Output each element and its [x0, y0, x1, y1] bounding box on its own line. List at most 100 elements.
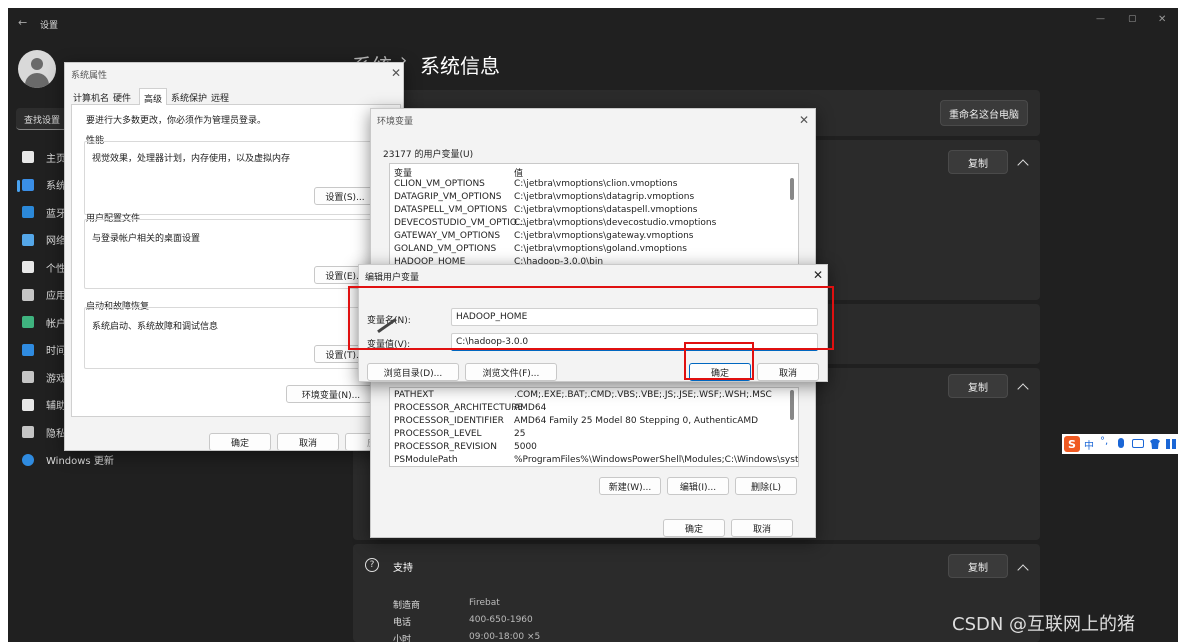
variable-value-cell: C:\jetbra\vmoptions\gateway.vmoptions	[514, 231, 694, 241]
performance-settings-button[interactable]: 设置(S)...	[314, 187, 376, 205]
variable-name-cell: PSModulePath	[394, 455, 458, 465]
ime-toolbar[interactable]: S 中 °,	[1062, 434, 1178, 454]
sidebar-item[interactable]: 隐私	[22, 421, 66, 443]
system-properties-dialog: 系统属性 ✕ 计算机名 硬件 高级 系统保护 远程 要进行大多数更改，你必须作为…	[64, 62, 407, 451]
maximize-icon[interactable]: ▢	[1128, 14, 1137, 24]
cancel-button[interactable]: 取消	[757, 363, 819, 381]
support-key: 制造商	[393, 601, 421, 611]
accessibility-icon	[22, 398, 34, 411]
sidebar-item-label: 系统	[46, 181, 66, 192]
close-icon[interactable]: ✕	[813, 268, 823, 282]
tab-computer-name[interactable]: 计算机名	[73, 91, 109, 104]
variable-value-cell: C:\jetbra\vmoptions\dataspell.vmoptions	[514, 205, 698, 215]
sidebar-item-label: 时间	[46, 346, 66, 357]
tab-system-protection[interactable]: 系统保护	[171, 91, 207, 104]
sidebar-item-label: 游戏	[46, 373, 66, 385]
sidebar-item[interactable]: 帐户	[22, 311, 66, 333]
new-variable-button[interactable]: 新建(W)...	[599, 477, 661, 495]
sidebar-item-label: 隐私	[46, 428, 66, 440]
back-arrow-icon[interactable]: ←	[18, 16, 27, 29]
variable-name-cell: DATAGRIP_VM_OPTIONS	[394, 192, 502, 202]
shield-icon	[22, 426, 34, 438]
variable-name-cell: PROCESSOR_REVISION	[394, 442, 497, 452]
tab-remote[interactable]: 远程	[211, 91, 229, 104]
app-title: 设置	[40, 21, 59, 31]
page-title: 系统信息	[420, 54, 500, 78]
game-icon	[22, 371, 34, 383]
keyboard-icon[interactable]	[1132, 439, 1144, 448]
user-profiles-desc: 与登录帐户相关的桌面设置	[92, 234, 201, 244]
support-title: 支持	[393, 563, 413, 574]
variable-value-cell: 25	[514, 429, 526, 439]
sidebar-item[interactable]: 系统	[22, 174, 66, 196]
collapse-chevron-icon[interactable]	[1017, 564, 1029, 576]
help-icon: ?	[365, 558, 379, 572]
monitor-icon	[22, 178, 34, 191]
close-icon[interactable]: ✕	[1158, 14, 1166, 25]
variable-name-cell: PROCESSOR_LEVEL	[394, 429, 482, 439]
close-icon[interactable]: ✕	[391, 66, 401, 80]
performance-desc: 视觉效果，处理器计划，内存使用，以及虚拟内存	[92, 154, 291, 164]
admin-note: 要进行大多数更改，你必须作为管理员登录。	[86, 116, 267, 126]
scrollbar[interactable]	[790, 390, 794, 420]
avatar[interactable]	[18, 50, 56, 88]
variable-name-cell: GATEWAY_VM_OPTIONS	[394, 231, 501, 241]
copy-button-support[interactable]: 复制	[948, 554, 1008, 578]
column-header-variable: 变量	[394, 169, 413, 179]
support-key: 电话	[393, 618, 412, 628]
sidebar-item-label: 主页	[46, 153, 66, 165]
tab-bar: 计算机名 硬件 高级 系统保护 远程	[71, 88, 401, 105]
sidebar-item[interactable]: 辅助	[22, 394, 66, 416]
support-card: ? 支持 复制 制造商 Firebat 电话 400-650-1960 小时 0…	[353, 544, 1040, 642]
toolbox-icon[interactable]	[1166, 439, 1176, 449]
ime-mode-label[interactable]: 中	[1084, 437, 1094, 452]
cancel-button[interactable]: 取消	[277, 433, 339, 451]
punctuation-icon[interactable]: °,	[1100, 436, 1108, 447]
dialog-title: 系统属性	[71, 71, 108, 81]
minimize-icon[interactable]: —	[1096, 14, 1105, 24]
support-key: 小时	[393, 635, 412, 642]
environment-variables-button[interactable]: 环境变量(N)...	[286, 385, 376, 403]
delete-variable-button[interactable]: 删除(L)	[735, 477, 797, 495]
scrollbar[interactable]	[790, 178, 794, 200]
bluetooth-icon	[22, 206, 34, 218]
sidebar-item[interactable]: Windows 更新	[22, 449, 114, 471]
browse-file-button[interactable]: 浏览文件(F)...	[465, 363, 557, 381]
dialog-title: 环境变量	[377, 117, 414, 127]
sidebar-item[interactable]: 应用	[22, 284, 66, 306]
ok-button[interactable]: 确定	[209, 433, 271, 451]
tab-advanced[interactable]: 高级	[139, 88, 168, 105]
support-value: 400-650-1960	[469, 615, 533, 625]
watermark: CSDN @互联网上的猪	[952, 614, 1136, 635]
browse-directory-button[interactable]: 浏览目录(D)...	[367, 363, 459, 381]
search-input[interactable]: 查找设置	[24, 113, 60, 126]
sidebar-item-label: Windows 更新	[46, 456, 114, 467]
highlight-box-ok	[684, 342, 754, 380]
variable-value-cell: C:\jetbra\vmoptions\datagrip.vmoptions	[514, 192, 695, 202]
clock-icon	[22, 343, 34, 356]
sidebar-item[interactable]: 时间	[22, 339, 66, 361]
sidebar-item[interactable]: 个性	[22, 256, 66, 278]
skin-icon[interactable]	[1150, 439, 1160, 449]
sidebar-item[interactable]: 游戏	[22, 366, 66, 388]
startup-recovery-desc: 系统启动、系统故障和调试信息	[92, 322, 219, 332]
close-icon[interactable]: ✕	[799, 113, 809, 127]
tab-hardware[interactable]: 硬件	[113, 91, 131, 104]
rename-pc-button[interactable]: 重命名这台电脑	[940, 100, 1028, 126]
sidebar-item[interactable]: 主页	[22, 146, 66, 168]
sidebar-item[interactable]: 网络	[22, 229, 66, 251]
cancel-button[interactable]: 取消	[731, 519, 793, 537]
copy-button-windows[interactable]: 复制	[948, 374, 1008, 398]
titlebar: ← 设置 — ▢ ✕	[8, 8, 1178, 38]
copy-button-device[interactable]: 复制	[948, 150, 1008, 174]
dialog-title: 编辑用户变量	[365, 273, 420, 283]
variable-value-cell: %ProgramFiles%\WindowsPowerShell\Modules…	[514, 455, 799, 465]
sidebar-item[interactable]: 蓝牙	[22, 201, 66, 223]
system-variables-table: PATHEXT .COM;.EXE;.BAT;.CMD;.VBS;.VBE;.JS…	[389, 387, 799, 467]
settings-window: ← 设置 — ▢ ✕ 查找设置 主页系统蓝牙网络个性应用帐户时间游戏辅助隐私 Wi…	[8, 8, 1178, 642]
edit-variable-button[interactable]: 编辑(I)...	[667, 477, 729, 495]
ok-button[interactable]: 确定	[663, 519, 725, 537]
microphone-icon[interactable]	[1118, 438, 1124, 448]
variable-name-cell: DEVECOSTUDIO_VM_OPTIO...	[394, 218, 526, 228]
variable-value-cell: AMD64 Family 25 Model 80 Stepping 0, Aut…	[514, 416, 759, 426]
